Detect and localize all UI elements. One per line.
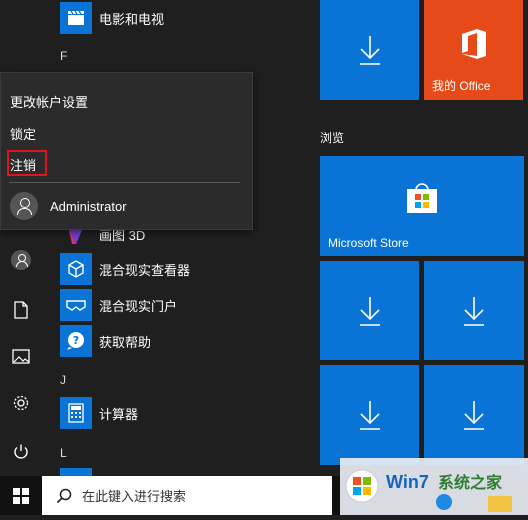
- mixed-reality-viewer-icon: [60, 253, 92, 285]
- list-item-label: 混合现实查看器: [99, 262, 191, 278]
- movies-icon: [60, 2, 92, 34]
- document-icon: [14, 301, 28, 319]
- tile-office[interactable]: 我的 Office: [424, 0, 523, 100]
- help-icon: ?: [60, 325, 92, 357]
- user-button[interactable]: [0, 240, 42, 280]
- letter-header-f[interactable]: F: [60, 49, 67, 63]
- tile-microsoft-store[interactable]: Microsoft Store: [320, 156, 524, 256]
- start-button[interactable]: [0, 476, 42, 515]
- list-item-movies[interactable]: 电影和电视: [60, 0, 164, 36]
- tile-area: 我的 Office 浏览 Microsoft Store: [308, 0, 528, 476]
- user-icon: [10, 192, 38, 220]
- mixed-reality-portal-icon: [60, 289, 92, 321]
- list-item-label: 获取帮助: [99, 334, 152, 350]
- list-item-mixed-reality-portal[interactable]: 混合现实门户: [60, 287, 177, 323]
- watermark-text-a: Win7: [386, 472, 429, 492]
- office-icon: [461, 29, 486, 59]
- settings-icon: [13, 395, 29, 411]
- download-icon: [359, 401, 380, 430]
- search-icon: [56, 488, 72, 503]
- partial-app-icon: [60, 468, 92, 476]
- download-icon: [359, 296, 380, 326]
- list-item-label: 计算器: [99, 406, 139, 422]
- menu-divider: [9, 182, 240, 183]
- menu-item-change-account-settings[interactable]: 更改帐户设置: [10, 92, 88, 111]
- list-item-label: 混合现实门户: [99, 298, 178, 314]
- tile-store-label: Microsoft Store: [328, 236, 409, 250]
- power-icon: [14, 444, 28, 459]
- menu-user-entry[interactable]: Administrator: [10, 192, 127, 220]
- watermark-text-b: 系统之家: [438, 473, 503, 492]
- letter-header-l[interactable]: L: [60, 446, 67, 460]
- user-icon: [11, 250, 31, 270]
- user-name: Administrator: [50, 198, 127, 214]
- pictures-button[interactable]: [0, 336, 42, 376]
- download-icon: [464, 296, 484, 326]
- list-item-calculator[interactable]: 计算器: [60, 395, 138, 431]
- power-button[interactable]: [0, 432, 42, 472]
- start-icon: [13, 487, 29, 504]
- letter-header-j[interactable]: J: [60, 373, 66, 387]
- list-item-label: 电影和电视: [99, 11, 165, 27]
- download-icon: [359, 36, 380, 65]
- tile-download-1[interactable]: [320, 0, 419, 100]
- pictures-icon: [12, 348, 30, 364]
- sign-out-highlight-box: [7, 150, 47, 176]
- settings-button[interactable]: [0, 383, 42, 423]
- download-icon: [464, 401, 484, 430]
- tile-download-4[interactable]: [320, 365, 419, 465]
- store-icon: [407, 183, 437, 213]
- tile-group-title: 浏览: [320, 131, 345, 145]
- search-placeholder: 在此键入进行搜索: [82, 489, 187, 504]
- documents-button[interactable]: [0, 290, 42, 330]
- tile-download-3[interactable]: [424, 261, 524, 360]
- list-item-get-help[interactable]: ? 获取帮助: [60, 323, 151, 359]
- list-item-mixed-reality-viewer[interactable]: 混合现实查看器: [60, 251, 190, 287]
- watermark-logo: Win7 系统之家: [340, 458, 528, 515]
- calculator-icon: [60, 397, 92, 429]
- tile-download-5[interactable]: [424, 365, 524, 465]
- menu-item-lock[interactable]: 锁定: [10, 124, 36, 143]
- taskbar-search-box[interactable]: 在此键入进行搜索: [42, 476, 332, 515]
- tile-office-label: 我的 Office: [432, 79, 491, 93]
- svg-text:?: ?: [73, 334, 79, 347]
- tile-download-2[interactable]: [320, 261, 419, 360]
